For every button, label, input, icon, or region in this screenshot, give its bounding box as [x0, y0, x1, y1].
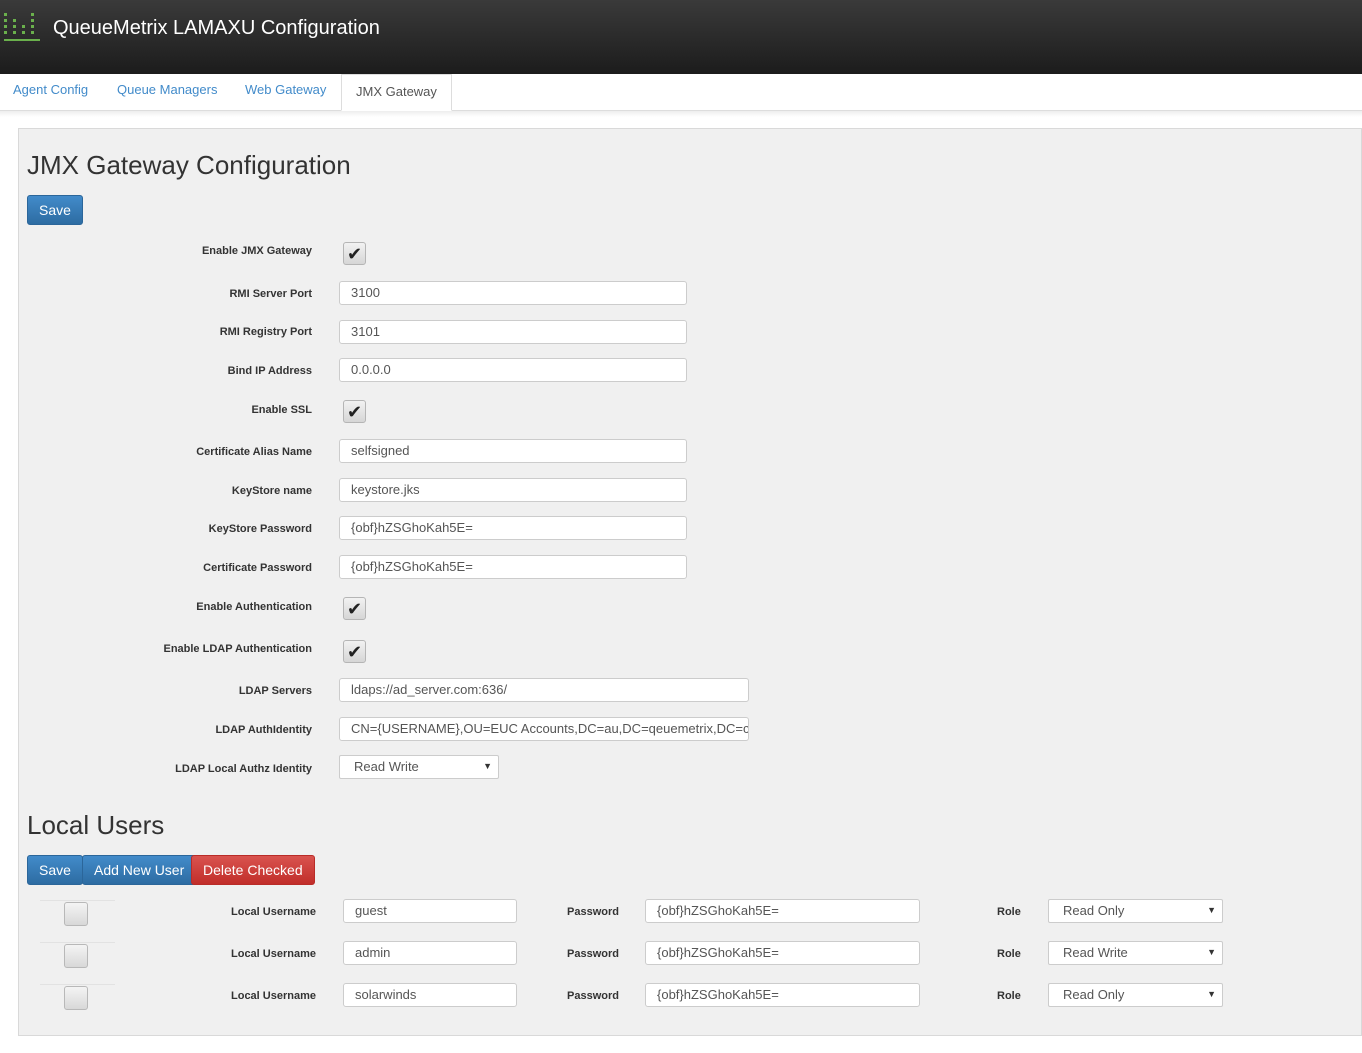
local-username-label: Local Username — [231, 948, 316, 960]
nav-tabs: Agent Config Queue Managers Web Gateway … — [0, 74, 1362, 111]
user-row-checkbox[interactable] — [64, 986, 88, 1010]
enable-auth-label: Enable Authentication — [196, 601, 312, 613]
ldap-local-authz-value: Read Write — [354, 759, 419, 774]
check-icon: ✔ — [347, 244, 363, 264]
enable-jmx-label: Enable JMX Gateway — [201, 245, 312, 257]
check-icon: ✔ — [347, 599, 363, 619]
ldap-authidentity-label: LDAP AuthIdentity — [215, 724, 312, 736]
local-username-input[interactable]: admin — [343, 941, 517, 965]
tabs-divider — [0, 111, 1362, 117]
cert-alias-input[interactable]: selfsigned — [339, 439, 687, 463]
dropdown-arrow-icon: ▼ — [483, 761, 492, 771]
cert-password-label: Certificate Password — [203, 562, 312, 574]
password-label: Password — [567, 948, 619, 960]
ldap-local-authz-label: LDAP Local Authz Identity — [175, 763, 312, 775]
role-label: Role — [997, 990, 1021, 1002]
dropdown-arrow-icon: ▼ — [1207, 905, 1216, 915]
role-label: Role — [997, 948, 1021, 960]
bind-ip-input[interactable]: 0.0.0.0 — [339, 358, 687, 382]
password-input[interactable]: {obf}hZSGhoKah5E= — [645, 983, 920, 1007]
role-select[interactable]: Read Only ▼ — [1048, 899, 1223, 923]
save-button[interactable]: Save — [27, 195, 83, 225]
page-title: JMX Gateway Configuration — [27, 150, 351, 180]
tab-jmx-gateway[interactable]: JMX Gateway — [341, 74, 452, 111]
enable-ldap-checkbox[interactable]: ✔ — [343, 640, 366, 663]
keystore-password-input[interactable]: {obf}hZSGhoKah5E= — [339, 516, 687, 540]
local-username-input[interactable]: solarwinds — [343, 983, 517, 1007]
keystore-name-label: KeyStore name — [231, 485, 312, 497]
dropdown-arrow-icon: ▼ — [1207, 947, 1216, 957]
password-label: Password — [567, 990, 619, 1002]
enable-auth-checkbox[interactable]: ✔ — [343, 597, 366, 620]
add-user-button[interactable]: Add New User — [82, 855, 197, 885]
rmi-registry-port-input[interactable]: 3101 — [339, 320, 687, 344]
keystore-name-input[interactable]: keystore.jks — [339, 478, 687, 502]
role-value: Read Only — [1063, 987, 1125, 1002]
ldap-authidentity-input[interactable]: CN={USERNAME},OU=EUC Accounts,DC=au,DC=q… — [339, 717, 749, 741]
enable-ssl-label: Enable SSL — [251, 404, 312, 416]
password-input[interactable]: {obf}hZSGhoKah5E= — [645, 941, 920, 965]
check-icon: ✔ — [347, 402, 363, 422]
cert-password-input[interactable]: {obf}hZSGhoKah5E= — [339, 555, 687, 579]
local-username-label: Local Username — [231, 906, 316, 918]
ldap-servers-label: LDAP Servers — [238, 685, 312, 697]
check-icon: ✔ — [347, 642, 363, 662]
role-select[interactable]: Read Write ▼ — [1048, 941, 1223, 965]
tab-queue-managers[interactable]: Queue Managers — [117, 82, 217, 97]
ldap-local-authz-select[interactable]: Read Write ▼ — [339, 755, 499, 779]
rmi-registry-port-label: RMI Registry Port — [219, 326, 312, 338]
password-label: Password — [567, 906, 619, 918]
tab-agent-config[interactable]: Agent Config — [13, 82, 88, 97]
app-title: QueueMetrix LAMAXU Configuration — [53, 17, 380, 39]
local-users-title: Local Users — [27, 810, 165, 840]
rmi-server-port-label: RMI Server Port — [229, 288, 312, 300]
role-value: Read Only — [1063, 903, 1125, 918]
keystore-password-label: KeyStore Password — [208, 523, 312, 535]
local-users-save-button[interactable]: Save — [27, 855, 83, 885]
delete-checked-button[interactable]: Delete Checked — [191, 855, 315, 885]
local-username-input[interactable]: guest — [343, 899, 517, 923]
bind-ip-label: Bind IP Address — [227, 365, 312, 377]
role-value: Read Write — [1063, 945, 1128, 960]
tab-web-gateway[interactable]: Web Gateway — [245, 82, 326, 97]
password-input[interactable]: {obf}hZSGhoKah5E= — [645, 899, 920, 923]
bar-chart-icon — [4, 13, 40, 41]
cert-alias-label: Certificate Alias Name — [196, 446, 312, 458]
role-select[interactable]: Read Only ▼ — [1048, 983, 1223, 1007]
role-label: Role — [997, 906, 1021, 918]
user-row-checkbox[interactable] — [64, 902, 88, 926]
rmi-server-port-input[interactable]: 3100 — [339, 281, 687, 305]
top-navbar: QueueMetrix LAMAXU Configuration — [0, 0, 1362, 74]
dropdown-arrow-icon: ▼ — [1207, 989, 1216, 999]
ldap-servers-input[interactable]: ldaps://ad_server.com:636/ — [339, 678, 749, 702]
enable-ssl-checkbox[interactable]: ✔ — [343, 400, 366, 423]
enable-ldap-label: Enable LDAP Authentication — [163, 643, 312, 655]
user-row-checkbox[interactable] — [64, 944, 88, 968]
enable-jmx-checkbox[interactable]: ✔ — [343, 242, 366, 265]
local-username-label: Local Username — [231, 990, 316, 1002]
